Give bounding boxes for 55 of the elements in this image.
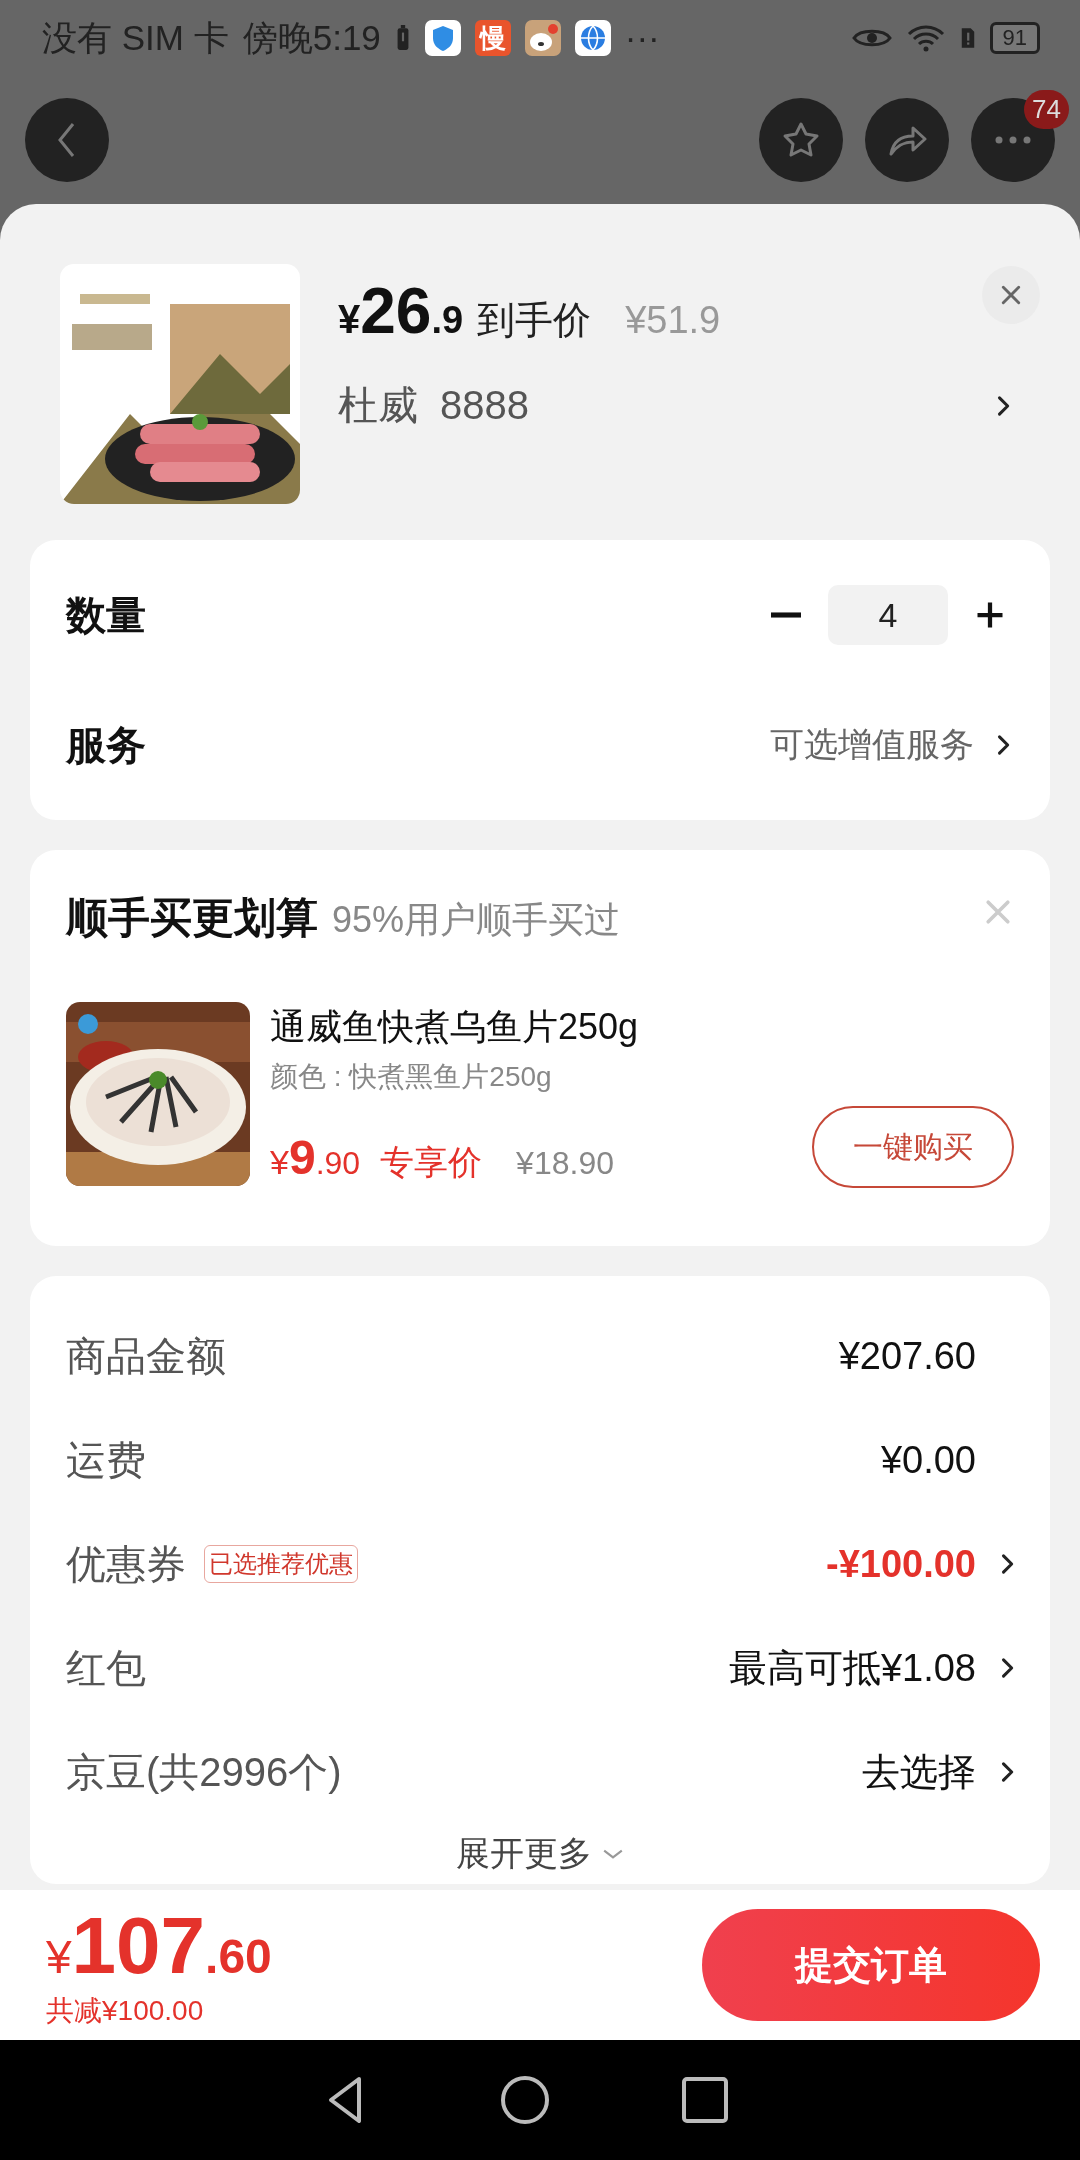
row-value: 最高可抵¥1.08 (728, 1645, 976, 1691)
chevron-right-icon (996, 733, 1010, 757)
deal-label: 专享价 (380, 1142, 483, 1183)
home-icon[interactable] (500, 2075, 550, 2125)
row-label: 京豆(共2996个) (66, 1748, 342, 1796)
service-label: 服务 (66, 721, 146, 769)
total-price: ¥107.60 (46, 1900, 272, 1992)
service-text: 可选增值服务 (770, 724, 974, 765)
deal-price: ¥9.90 (270, 1130, 361, 1185)
buy-now-button[interactable]: 一键购买 (812, 1106, 1014, 1188)
upsell-subtitle: 95%用户顺手买过 (332, 898, 621, 942)
service-selector[interactable]: 可选增值服务 (770, 722, 1010, 768)
row-label: 运费 (66, 1436, 146, 1484)
carrier-text: 没有 SIM 卡 (42, 16, 229, 59)
wifi-icon (905, 24, 946, 52)
row-value: ¥0.00 (880, 1438, 976, 1482)
battery-level: 91 (989, 22, 1040, 54)
row-label: 优惠券 (66, 1540, 186, 1588)
close-icon (1000, 284, 1022, 306)
quantity-field[interactable]: 4 (828, 585, 948, 645)
original-price: ¥51.9 (625, 299, 721, 342)
chevron-right-icon (996, 393, 1010, 418)
variant-code: 8888 (440, 383, 529, 428)
quantity-label: 数量 (66, 591, 146, 639)
product-spec: 颜色 : 快煮黑鱼片250g (270, 1060, 553, 1094)
original-price: ¥18.90 (516, 1145, 614, 1182)
recent-apps-icon[interactable] (680, 2075, 730, 2125)
more-notifications-text: ··· (624, 18, 660, 58)
row-label: 红包 (66, 1644, 146, 1692)
more-dots-icon (995, 136, 1031, 144)
upsell-title: 顺手买更划算 (66, 893, 318, 943)
minus-icon (771, 612, 801, 618)
row-value: -¥100.00 (826, 1542, 976, 1586)
message-count-badge: 74 (1024, 90, 1069, 129)
plus-icon (975, 600, 1005, 630)
dog-app-icon (524, 20, 561, 56)
row-value: 去选择 (862, 1749, 976, 1795)
close-icon (984, 898, 1012, 926)
discount-text: 共减¥100.00 (46, 1994, 205, 2028)
row-label: 商品金额 (66, 1332, 226, 1380)
app-icon: 慢 (474, 20, 511, 56)
tag: 已选推荐优惠 (204, 1545, 358, 1583)
chevron-down-icon (602, 1848, 624, 1860)
row-value: ¥207.60 (838, 1334, 976, 1378)
submit-order-button[interactable]: 提交订单 (702, 1909, 1040, 2021)
final-price: ¥26.9 (338, 274, 464, 348)
price-label: 到手价 (477, 298, 592, 343)
variant-selector[interactable]: 杜威 8888 (338, 378, 1050, 433)
variant-text: 杜威 (338, 382, 418, 429)
time-text: 傍晚5:19 (242, 16, 381, 59)
sim-alert-icon (959, 25, 976, 51)
shield-app-icon (424, 20, 461, 56)
globe-app-icon (574, 20, 611, 56)
product-name: 通威鱼快煮乌鱼片250g (270, 1005, 640, 1049)
expand-more-button[interactable]: 展开更多 (456, 1824, 624, 1884)
